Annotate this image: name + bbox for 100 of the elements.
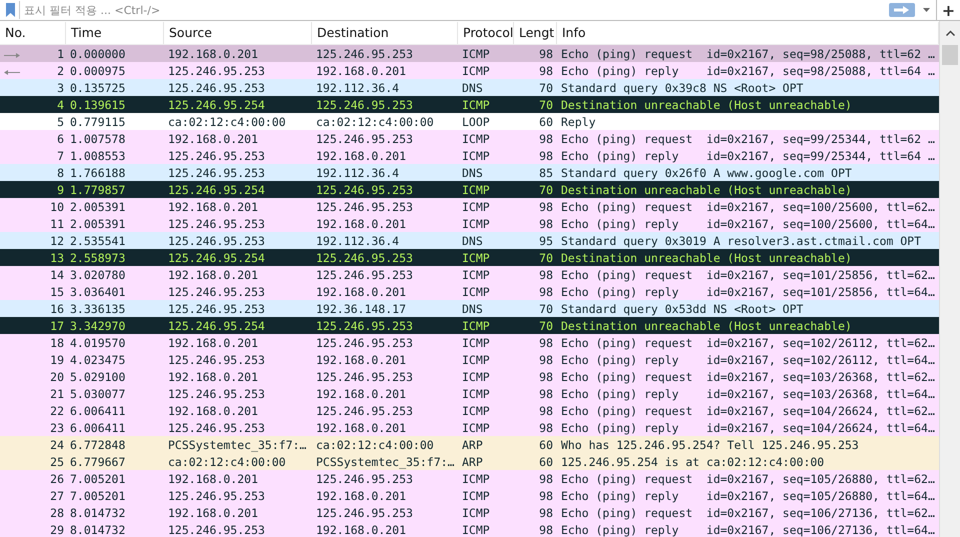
packet-row[interactable]: 13 2.558973 125.246.95.254 125.246.95.253 ICMP 70 Destination unreachable (Host unreachable) (0, 249, 940, 266)
packet-row[interactable]: 10 2.005391 192.168.0.201 125.246.95.253 ICMP 98 Echo (ping) request id=0x2167, seq=100/25600, ttl=62… (0, 198, 940, 215)
packet-row[interactable]: 11 2.005391 125.246.95.253 192.168.0.201 ICMP 98 Echo (ping) reply id=0x2167, seq=100/25600, ttl=64… (0, 215, 940, 232)
destination-cell: 125.246.95.253 (316, 336, 413, 350)
info-cell: Echo (ping) request id=0x2167, seq=104/26624, ttl=62… (561, 404, 935, 418)
packet-row[interactable]: 19 4.023475 125.246.95.253 192.168.0.201 ICMP 98 Echo (ping) reply id=0x2167, seq=102/26112, ttl=64… (0, 351, 940, 368)
column-header[interactable]: No. (0, 22, 66, 44)
info-cell: Standard query 0x3019 A resolver3.ast.ctmail.com OPT (561, 234, 922, 248)
protocol-cell: ICMP (462, 488, 490, 502)
source-cell: 192.168.0.201 (168, 370, 258, 384)
time-cell: 3.036401 (70, 284, 126, 298)
time-cell: 2.558973 (70, 250, 126, 264)
packet-row[interactable]: 16 3.336135 125.246.95.253 192.36.148.17 DNS 70 Standard query 0x53dd NS <Root> OPT (0, 300, 940, 317)
source-cell: 125.246.95.254 (168, 250, 265, 264)
source-cell: 192.168.0.201 (168, 46, 258, 60)
time-cell: 1.779857 (70, 182, 126, 196)
dropdown-icon[interactable] (923, 8, 930, 12)
time-cell: 7.005201 (70, 472, 126, 486)
protocol-cell: ICMP (462, 522, 490, 536)
packet-row[interactable]: 12 2.535541 125.246.95.253 192.112.36.4 DNS 95 Standard query 0x3019 A resolver3.ast.ctmail.com OPT (0, 232, 940, 249)
packet-row[interactable]: 7 1.008553 125.246.95.253 192.168.0.201 ICMP 98 Echo (ping) reply id=0x2167, seq=99/25344, ttl=64 … (0, 147, 940, 164)
destination-cell: 125.246.95.253 (316, 132, 413, 146)
source-cell: 125.246.95.253 (168, 284, 265, 298)
packet-row[interactable]: 18 4.019570 192.168.0.201 125.246.95.253 ICMP 98 Echo (ping) request id=0x2167, seq=102/26112, ttl=62… (0, 334, 940, 351)
packet-row[interactable]: 25 6.779667 ca:02:12:c4:00:00 PCSSystemtec_35:f7:… ARP 60 125.246.95.254 is at ca:02:12:c4:00:00 (0, 453, 940, 470)
length-cell: 70 (539, 302, 553, 316)
time-cell: 8.014732 (70, 506, 126, 520)
column-header[interactable]: Lengt (514, 22, 557, 44)
time-cell: 0.000975 (70, 64, 126, 78)
packet-row[interactable]: 4 0.139615 125.246.95.254 125.246.95.253 ICMP 70 Destination unreachable (Host unreachable) (0, 96, 940, 113)
source-cell: 192.168.0.201 (168, 472, 258, 486)
time-cell: 0.135725 (70, 80, 126, 94)
packet-row[interactable]: 2 0.000975 125.246.95.253 192.168.0.201 ICMP 98 Echo (ping) reply id=0x2167, seq=98/25088, ttl=64 … (0, 62, 940, 79)
length-cell: 98 (539, 336, 553, 350)
destination-cell: 125.246.95.253 (316, 472, 413, 486)
destination-cell: 192.168.0.201 (316, 522, 406, 536)
protocol-cell: DNS (462, 302, 483, 316)
packet-row[interactable]: 23 6.006411 125.246.95.253 192.168.0.201 ICMP 98 Echo (ping) reply id=0x2167, seq=104/26624, ttl=64… (0, 419, 940, 436)
protocol-cell: ICMP (462, 318, 490, 332)
packet-row[interactable]: 17 3.342970 125.246.95.254 125.246.95.253 ICMP 70 Destination unreachable (Host unreachable) (0, 317, 940, 334)
packet-row[interactable]: 1 0.000000 192.168.0.201 125.246.95.253 ICMP 98 Echo (ping) request id=0x2167, seq=98/25088, ttl=62 … (0, 45, 940, 62)
length-cell: 98 (539, 488, 553, 502)
bookmark-icon[interactable] (6, 3, 15, 17)
protocol-cell: ICMP (462, 268, 490, 282)
packet-number: 18 (50, 336, 64, 350)
protocol-cell: DNS (462, 80, 483, 94)
packet-row[interactable]: 3 0.135725 125.246.95.253 192.112.36.4 DNS 70 Standard query 0x39c8 NS <Root> OPT (0, 79, 940, 96)
source-cell: 192.168.0.201 (168, 268, 258, 282)
time-cell: 7.005201 (70, 488, 126, 502)
scrollbar[interactable] (939, 21, 960, 537)
destination-cell: PCSSystemtec_35:f7:… (316, 454, 454, 468)
packet-row[interactable]: 15 3.036401 125.246.95.253 192.168.0.201 ICMP 98 Echo (ping) reply id=0x2167, seq=101/25856, ttl=64… (0, 283, 940, 300)
time-cell: 8.014732 (70, 522, 126, 536)
packet-row[interactable]: 20 5.029100 192.168.0.201 125.246.95.253 ICMP 98 Echo (ping) request id=0x2167, seq=103/26368, ttl=62… (0, 368, 940, 385)
protocol-cell: ICMP (462, 182, 490, 196)
protocol-cell: ICMP (462, 148, 490, 162)
protocol-cell: ICMP (462, 404, 490, 418)
source-cell: 125.246.95.253 (168, 522, 265, 536)
destination-cell: 125.246.95.253 (316, 250, 413, 264)
column-header[interactable]: Time (66, 22, 164, 44)
packet-row[interactable]: 26 7.005201 192.168.0.201 125.246.95.253 ICMP 98 Echo (ping) request id=0x2167, seq=105/26880, ttl=62… (0, 470, 940, 487)
column-header[interactable]: Source (164, 22, 312, 44)
destination-cell: 192.112.36.4 (316, 234, 400, 248)
packet-row[interactable]: 9 1.779857 125.246.95.254 125.246.95.253 ICMP 70 Destination unreachable (Host unreachable) (0, 181, 940, 198)
destination-cell: 125.246.95.253 (316, 370, 413, 384)
column-header[interactable]: Destination (312, 22, 458, 44)
length-cell: 98 (539, 352, 553, 366)
source-cell: 192.168.0.201 (168, 132, 258, 146)
packet-row[interactable]: 22 6.006411 192.168.0.201 125.246.95.253 ICMP 98 Echo (ping) request id=0x2167, seq=104/26624, ttl=62… (0, 402, 940, 419)
destination-cell: 192.168.0.201 (316, 284, 406, 298)
scroll-thumb[interactable] (942, 45, 958, 65)
packet-number: 27 (50, 488, 64, 502)
destination-cell: 125.246.95.253 (316, 98, 413, 112)
length-cell: 98 (539, 284, 553, 298)
packet-row[interactable]: 14 3.020780 192.168.0.201 125.246.95.253 ICMP 98 Echo (ping) request id=0x2167, seq=101/25856, ttl=62… (0, 266, 940, 283)
packet-row[interactable]: 24 6.772848 PCSSystemtec_35:f7:… ca:02:12:c4:00:00 ARP 60 Who has 125.246.95.254? Tell 125.246.95.253 (0, 436, 940, 453)
packet-row[interactable]: 28 8.014732 192.168.0.201 125.246.95.253 ICMP 98 Echo (ping) request id=0x2167, seq=106/27136, ttl=62… (0, 504, 940, 521)
packet-row[interactable]: 27 7.005201 125.246.95.253 192.168.0.201 ICMP 98 Echo (ping) reply id=0x2167, seq=105/26880, ttl=64… (0, 487, 940, 504)
packet-number: 29 (50, 522, 64, 536)
scroll-up-icon[interactable] (946, 30, 954, 36)
time-cell: 6.006411 (70, 420, 126, 434)
protocol-cell: ICMP (462, 420, 490, 434)
source-cell: 125.246.95.253 (168, 64, 265, 78)
packet-number: 6 (57, 132, 64, 146)
info-cell: Echo (ping) reply id=0x2167, seq=104/26624, ttl=64… (561, 420, 935, 434)
destination-cell: 125.246.95.253 (316, 318, 413, 332)
packet-number: 4 (57, 98, 64, 112)
packet-row[interactable]: 8 1.766188 125.246.95.253 192.112.36.4 DNS 85 Standard query 0x26f0 A www.google.com OPT (0, 164, 940, 181)
column-header[interactable]: Protocol (458, 22, 514, 44)
source-cell: 125.246.95.254 (168, 98, 265, 112)
length-cell: 70 (539, 80, 553, 94)
packet-row[interactable]: 6 1.007578 192.168.0.201 125.246.95.253 ICMP 98 Echo (ping) request id=0x2167, seq=99/25344, ttl=62 … (0, 130, 940, 147)
packet-row[interactable]: 29 8.014732 125.246.95.253 192.168.0.201 ICMP 98 Echo (ping) reply id=0x2167, seq=106/27136, ttl=64… (0, 521, 940, 537)
time-cell: 3.020780 (70, 268, 126, 282)
time-cell: 3.342970 (70, 318, 126, 332)
packet-row[interactable]: 21 5.030077 125.246.95.253 192.168.0.201 ICMP 98 Echo (ping) reply id=0x2167, seq=103/26368, ttl=64… (0, 385, 940, 402)
time-cell: 3.336135 (70, 302, 126, 316)
protocol-cell: ICMP (462, 370, 490, 384)
length-cell: 98 (539, 522, 553, 536)
protocol-cell: ICMP (462, 132, 490, 146)
